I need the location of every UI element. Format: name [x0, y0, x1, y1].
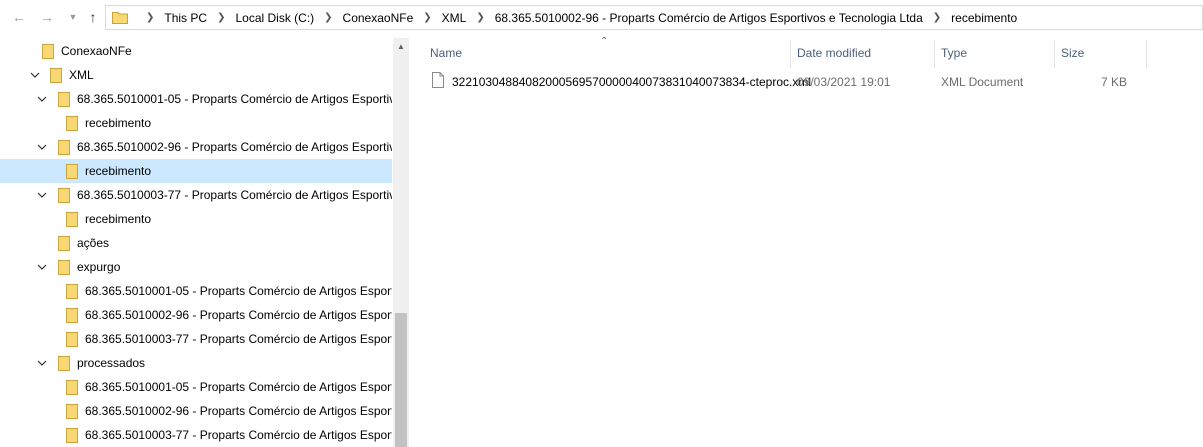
folder-icon — [66, 380, 78, 395]
tree-item[interactable]: recebimento — [0, 207, 392, 231]
tree-item-label: processados — [77, 356, 146, 370]
chevron-down-icon[interactable] — [37, 262, 47, 272]
tree-item-label: 68.365.5010003-77 - Proparts Comércio de… — [77, 188, 392, 202]
file-size: 7 KB — [1100, 75, 1127, 89]
tree-item[interactable]: recebimento — [0, 111, 392, 135]
folder-icon — [42, 44, 54, 59]
file-date-modified: 09/03/2021 19:01 — [797, 75, 891, 89]
folder-icon — [58, 356, 70, 371]
column-divider[interactable] — [934, 40, 935, 68]
folder-icon — [50, 68, 62, 83]
column-divider[interactable] — [790, 40, 791, 68]
tree-item[interactable]: 68.365.5010001-05 - Proparts Comércio de… — [0, 87, 392, 111]
chevron-right-icon[interactable]: ❯ — [423, 12, 431, 23]
arrow-up-icon[interactable]: ↑ — [82, 6, 104, 28]
column-divider[interactable] — [1054, 40, 1055, 68]
tree-item[interactable]: 68.365.5010001-05 - Proparts Comércio de… — [0, 375, 392, 399]
column-header-date[interactable]: Date modified — [797, 46, 871, 60]
folder-icon — [66, 332, 78, 347]
folder-icon — [66, 212, 78, 227]
tree-item-label: 68.365.5010001-05 - Proparts Comércio de… — [85, 380, 392, 394]
tree-item-label: 68.365.5010001-05 - Proparts Comércio de… — [85, 284, 392, 298]
folder-icon — [66, 164, 78, 179]
tree-item-label: ConexaoNFe — [61, 44, 132, 58]
tree-item-label: recebimento — [85, 164, 152, 178]
file-icon — [432, 72, 444, 88]
folder-icon — [58, 188, 70, 203]
column-header-name[interactable]: Name — [430, 46, 462, 60]
folder-icon — [66, 308, 78, 323]
tree-item-selected[interactable]: recebimento — [0, 159, 392, 183]
file-type: XML Document — [941, 75, 1024, 89]
chevron-right-icon[interactable]: ❯ — [146, 12, 154, 23]
tree-item[interactable]: 68.365.5010003-77 - Proparts Comércio de… — [0, 423, 392, 447]
folder-icon — [58, 236, 70, 251]
tree-scrollbar[interactable]: ▲ — [393, 38, 409, 447]
tree-item-label: 68.365.5010002-96 - Proparts Comércio de… — [85, 404, 392, 418]
breadcrumb-xml[interactable]: XML — [442, 11, 467, 25]
tree-item-label: recebimento — [85, 212, 152, 226]
breadcrumb-local-disk[interactable]: Local Disk (C:) — [235, 11, 314, 25]
folder-icon — [66, 428, 78, 443]
tree-item[interactable]: ConexaoNFe — [0, 39, 392, 63]
tree-item[interactable]: 68.365.5010001-05 - Proparts Comércio de… — [0, 279, 392, 303]
tree-item[interactable]: 68.365.5010002-96 - Proparts Comércio de… — [0, 399, 392, 423]
folder-icon — [58, 140, 70, 155]
tree-item[interactable]: processados — [0, 351, 392, 375]
tree-item[interactable]: 68.365.5010003-77 - Proparts Comércio de… — [0, 183, 392, 207]
chevron-right-icon[interactable]: ❯ — [217, 12, 225, 23]
tree-item[interactable]: XML — [0, 63, 392, 87]
column-divider[interactable] — [1146, 40, 1147, 68]
column-header-size[interactable]: Size — [1061, 46, 1084, 60]
tree-item-label: 68.365.5010002-96 - Proparts Comércio de… — [85, 308, 392, 322]
chevron-down-icon[interactable] — [37, 358, 47, 368]
tree-item-label: 68.365.5010003-77 - Proparts Comércio de… — [85, 332, 392, 346]
scrollbar-thumb[interactable] — [395, 313, 407, 447]
chevron-down-icon[interactable] — [37, 142, 47, 152]
tree-item[interactable]: expurgo — [0, 255, 392, 279]
folder-icon — [66, 284, 78, 299]
tree-item-label: 68.365.5010001-05 - Proparts Comércio de… — [77, 92, 392, 106]
sort-ascending-icon: ⌃ — [600, 36, 609, 47]
tree-item[interactable]: 68.365.5010003-77 - Proparts Comércio de… — [0, 327, 392, 351]
navigation-tree: ConexaoNFe XML 68.365.5010001-05 - Propa… — [0, 38, 392, 447]
breadcrumb-company-folder[interactable]: 68.365.5010002-96 - Proparts Comércio de… — [495, 11, 923, 25]
file-list-pane: ⌃ Name Date modified Type Size 322103048… — [410, 36, 1203, 447]
file-name: 3221030488408200056957000004007383104007… — [452, 75, 811, 89]
tree-item[interactable]: ações — [0, 231, 392, 255]
chevron-down-icon[interactable] — [30, 70, 40, 80]
arrow-right-icon[interactable]: → — [36, 6, 58, 28]
breadcrumb-conexaonfe[interactable]: ConexaoNFe — [343, 11, 414, 25]
folder-icon — [66, 404, 78, 419]
breadcrumb-recebimento[interactable]: recebimento — [951, 11, 1017, 25]
chevron-down-icon[interactable] — [37, 190, 47, 200]
tree-item-label: ações — [77, 236, 110, 250]
tree-item[interactable]: 68.365.5010002-96 - Proparts Comércio de… — [0, 135, 392, 159]
tree-item-label: expurgo — [77, 260, 121, 274]
tree-item-label: XML — [69, 68, 94, 82]
folder-icon — [112, 12, 128, 24]
chevron-down-icon[interactable] — [37, 94, 47, 104]
chevron-right-icon[interactable]: ❯ — [324, 12, 332, 23]
breadcrumb-this-pc[interactable]: This PC — [164, 11, 207, 25]
chevron-right-icon[interactable]: ❯ — [933, 12, 941, 23]
folder-icon — [58, 260, 70, 275]
address-bar[interactable]: ❯ This PC ❯ Local Disk (C:) ❯ ConexaoNFe… — [105, 5, 1203, 30]
arrow-left-icon[interactable]: ← — [8, 6, 30, 28]
tree-item[interactable]: 68.365.5010002-96 - Proparts Comércio de… — [0, 303, 392, 327]
folder-icon — [58, 92, 70, 107]
tree-item-label: recebimento — [85, 116, 152, 130]
tree-item-label: 68.365.5010003-77 - Proparts Comércio de… — [85, 428, 392, 442]
column-header-type[interactable]: Type — [941, 46, 967, 60]
folder-icon — [66, 116, 78, 131]
chevron-down-icon[interactable]: ▼ — [62, 6, 84, 28]
file-row[interactable]: 3221030488408200056957000004007383104007… — [420, 70, 1160, 92]
navigation-bar: ← → ▼ ↑ ❯ This PC ❯ Local Disk (C:) ❯ Co… — [0, 0, 1203, 36]
tree-item-label: 68.365.5010002-96 - Proparts Comércio de… — [77, 140, 392, 154]
chevron-right-icon[interactable]: ❯ — [476, 12, 484, 23]
scroll-up-arrow-icon[interactable]: ▲ — [397, 42, 405, 51]
